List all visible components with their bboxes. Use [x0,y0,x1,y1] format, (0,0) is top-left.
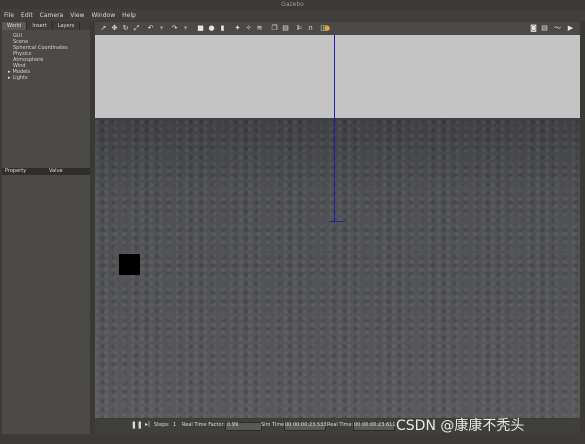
3d-viewport[interactable] [95,35,580,418]
steps-value[interactable]: 1 [173,422,176,428]
translate-icon[interactable]: ✥ [110,24,119,33]
pause-icon[interactable]: ❚❚ [131,421,143,429]
redo-icon[interactable]: ↷ [170,24,179,33]
box-icon[interactable]: ■ [196,24,205,33]
panel-splitter[interactable] [90,22,94,434]
step-icon[interactable]: ▸| [145,421,150,428]
menu-view[interactable]: View [70,12,84,19]
toolbar: ➚ ✥ ↻ ⤢ ↶ ▾ ↷ ▾ ■ ● ▮ ✦ ✧ ≋ ❐ ▤ ⊫ ∩ ◫ ● … [95,22,580,35]
menu-camera[interactable]: Camera [40,12,64,19]
left-panel: World Insert Layers GUI Scene Spherical … [2,22,90,434]
black-box-model[interactable] [119,254,140,275]
sky [95,35,580,118]
world-tree: GUI Scene Spherical Coordinates Physics … [2,30,90,81]
menu-file[interactable]: File [4,12,14,19]
undo-dropdown-icon[interactable]: ▾ [157,24,166,33]
log-icon[interactable]: ▤ [540,24,549,33]
rtf-label: Real Time Factor: [182,422,226,428]
sphere-icon[interactable]: ● [207,24,216,33]
scale-icon[interactable]: ⤢ [132,24,141,33]
watermark: CSDN @康康不秃头 [396,418,525,434]
screenshot-icon[interactable]: ◙ [529,24,538,33]
window-title: Gazebo [0,0,585,9]
sim-time-value: 00 00:00:23.533 [285,422,327,428]
z-axis-line [334,35,335,221]
cylinder-icon[interactable]: ▮ [218,24,227,33]
select-icon[interactable]: ➚ [99,24,108,33]
snap-icon[interactable]: ∩ [306,24,315,33]
menu-bar: File Edit Camera View Window Help [0,9,585,21]
tab-world[interactable]: World [2,22,28,30]
sim-time-label: Sim Time: [261,422,286,428]
paste-icon[interactable]: ▤ [281,24,290,33]
asphalt-ground [95,118,580,418]
menu-window[interactable]: Window [91,12,115,19]
steps-label: Steps: [154,422,170,428]
spotlight-icon[interactable]: ✧ [244,24,253,33]
rotate-icon[interactable]: ↻ [121,24,130,33]
redo-dropdown-icon[interactable]: ▾ [181,24,190,33]
align-icon[interactable]: ⊫ [295,24,304,33]
property-column: Property [5,168,27,174]
dirlight-icon[interactable]: ≋ [255,24,264,33]
rtf-value: 0.99 [227,422,239,428]
real-time-value: 00 00:00:23.611 [354,422,396,428]
video-icon[interactable]: ▶ [566,24,575,33]
pointlight-icon[interactable]: ✦ [233,24,242,33]
left-tabs: World Insert Layers [2,22,90,30]
menu-help[interactable]: Help [122,12,136,19]
undo-icon[interactable]: ↶ [146,24,155,33]
copy-icon[interactable]: ❐ [270,24,279,33]
property-header: Property Value [2,168,90,175]
menu-edit[interactable]: Edit [21,12,33,19]
plot-icon[interactable]: 〜 [553,24,562,33]
tab-insert[interactable]: Insert [27,22,53,30]
tree-item-lights[interactable]: Lights [5,75,90,81]
record-icon[interactable]: ● [322,24,332,33]
real-time-label: Real Time: [327,422,354,428]
right-edge [580,22,585,434]
value-column: Value [49,168,63,174]
tab-layers[interactable]: Layers [53,22,81,30]
origin-marker [329,215,343,222]
